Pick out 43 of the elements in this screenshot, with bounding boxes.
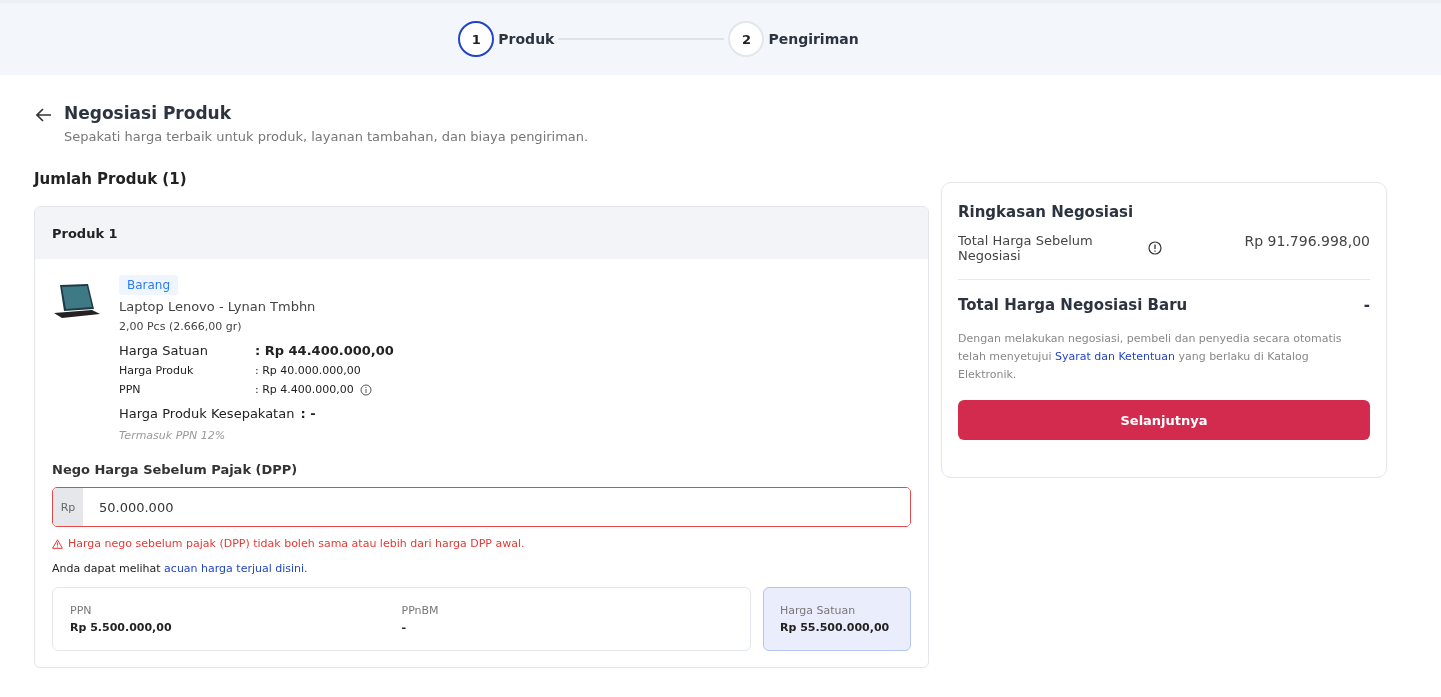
terms-text: Dengan melakukan negosiasi, pembeli dan penyedia secara otomatis telah menyetujui Syarat dan Ketentuan yang berlaku di Katalog Elektronik. bbox=[958, 331, 1343, 383]
page-subtitle: Sepakati harga terbaik untuk produk, layanan tambahan, dan biaya pengiriman. bbox=[64, 129, 589, 144]
tax-value: - bbox=[401, 621, 408, 634]
step-number: 1 bbox=[458, 21, 495, 57]
warning-icon bbox=[52, 538, 63, 549]
total-before-value: Rp 91.796.998,00 bbox=[1244, 233, 1370, 249]
tax-label: PPnBM bbox=[401, 604, 440, 617]
price-label: PPN bbox=[119, 383, 142, 396]
product-quantity: 2,00 Pcs (2.666,00 gr) bbox=[119, 320, 242, 333]
price-value: : Rp 40.000.000,00 bbox=[255, 364, 361, 377]
product-type-tag: Barang bbox=[119, 275, 179, 295]
tax-value: Rp 5.500.000,00 bbox=[70, 621, 173, 634]
unit-price-label: Harga Satuan bbox=[780, 604, 857, 617]
next-button[interactable]: Selanjutnya bbox=[958, 400, 1370, 440]
nego-price-field[interactable]: Rp 50.000.000 bbox=[52, 487, 911, 527]
price-label: Harga Satuan bbox=[119, 343, 209, 358]
step-number: 2 bbox=[728, 21, 765, 57]
price-value: : Rp 4.400.000,00 bbox=[255, 383, 354, 396]
unit-price-value: Rp 55.500.000,00 bbox=[780, 621, 891, 634]
price-label: Harga Produk Kesepakatan bbox=[119, 406, 295, 421]
total-new-value: - bbox=[1363, 296, 1370, 314]
step-label: Pengiriman bbox=[768, 31, 859, 47]
product-name: Laptop Lenovo - Lynan Tmbhn bbox=[119, 299, 316, 314]
laptop-drawing bbox=[52, 283, 102, 321]
price-label: Harga Produk bbox=[119, 364, 195, 377]
summary-title: Ringkasan Negosiasi bbox=[958, 203, 1135, 221]
price-value: : Rp 44.400.000,00 bbox=[255, 343, 394, 358]
tax-label: PPN bbox=[70, 604, 93, 617]
price-value: : - bbox=[300, 406, 316, 421]
info-icon[interactable] bbox=[1148, 241, 1162, 255]
error-message: Harga nego sebelum pajak (DPP) tidak boleh sama atau lebih dari harga DPP awal. bbox=[68, 537, 525, 550]
tax-note: Termasuk PPN 12% bbox=[119, 429, 226, 442]
terms-link[interactable]: Syarat dan Ketentuan bbox=[1054, 350, 1175, 363]
product-count: Jumlah Produk (1) bbox=[34, 170, 188, 188]
page-title: Negosiasi Produk bbox=[64, 103, 232, 123]
total-new-label: Total Harga Negosiasi Baru bbox=[958, 296, 1188, 314]
back-arrow-icon[interactable] bbox=[36, 108, 52, 122]
reference-link[interactable]: acuan harga terjual disini. bbox=[164, 562, 308, 575]
step-label: Produk bbox=[498, 31, 555, 47]
total-before-label: Total Harga Sebelum Negosiasi bbox=[958, 233, 1094, 263]
reference-text: Anda dapat melihat acuan harga terjual disini. bbox=[52, 562, 309, 575]
nego-price-label: Nego Harga Sebelum Pajak (DPP) bbox=[52, 462, 299, 477]
card-title: Produk 1 bbox=[52, 225, 118, 241]
